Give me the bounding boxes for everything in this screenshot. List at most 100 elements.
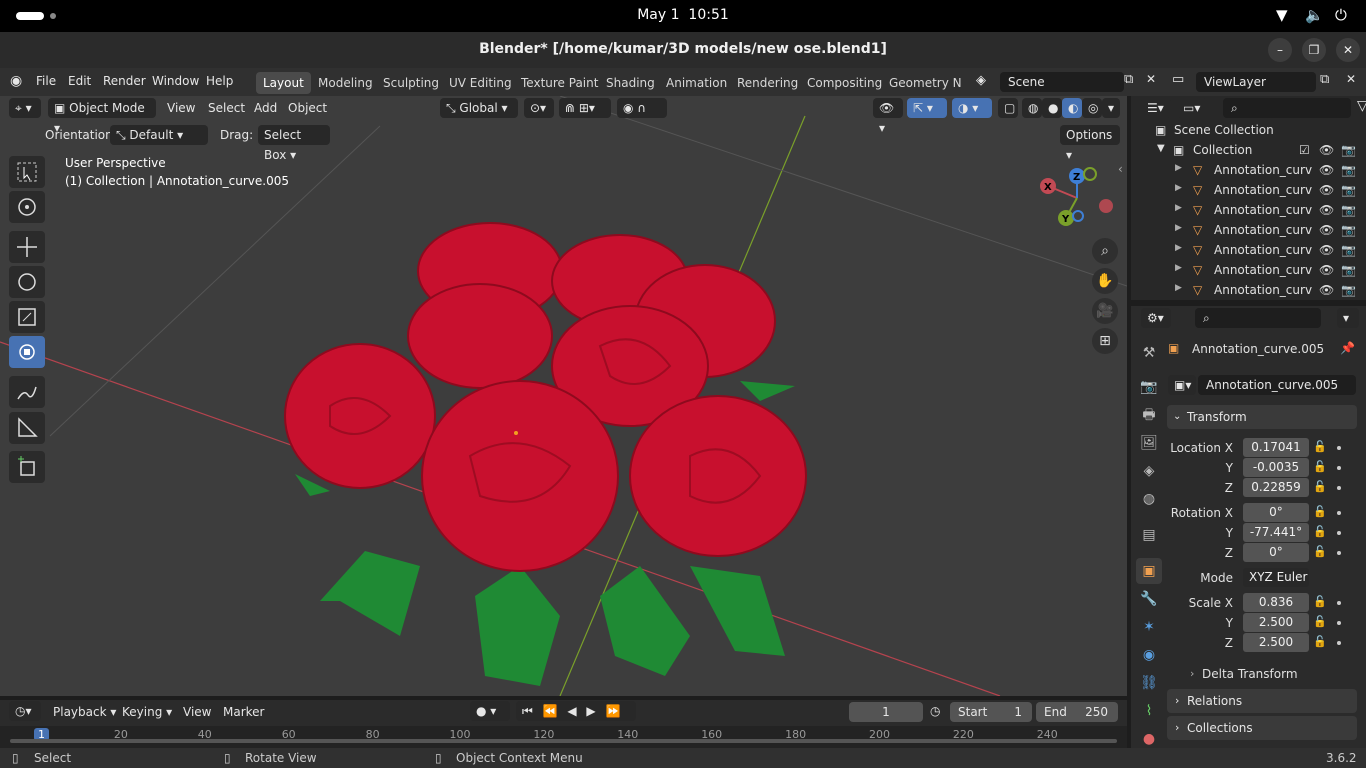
add-cube-tool[interactable] [9, 451, 45, 483]
camera-view-icon[interactable]: 🎥 [1092, 298, 1118, 324]
tab-layout[interactable]: Layout [256, 72, 311, 94]
eye-icon[interactable]: 👁 [1319, 283, 1334, 297]
lock-icon[interactable]: 🔓 [1313, 505, 1327, 518]
cursor-tool[interactable] [9, 191, 45, 223]
menu-render[interactable]: Render [103, 74, 146, 88]
xray-toggle-icon[interactable]: ▢ [998, 98, 1018, 118]
outliner-item[interactable]: ▶ ▽ Annotation_curv 👁 📷 [1131, 163, 1366, 183]
eye-icon[interactable]: 👁 [1319, 163, 1334, 177]
chevron-right-icon[interactable]: ▶ [1175, 183, 1182, 193]
navigation-gizmo[interactable]: X Z Y [1030, 164, 1120, 244]
location-y-field[interactable]: -0.0035 [1243, 458, 1309, 477]
3d-viewport[interactable]: ⌖ ▾ ▣ Object Mode ▾ View Select Add Obje… [0, 96, 1127, 696]
include-checkbox[interactable]: ☑ [1299, 143, 1310, 157]
power-icon[interactable]: ⏻ [1335, 6, 1347, 24]
viewport-menu-object[interactable]: Object [288, 101, 327, 115]
tab-uv-editing[interactable]: UV Editing [442, 72, 519, 94]
select-box-tool[interactable] [9, 156, 45, 188]
outliner-scene-collection[interactable]: ▣ Scene Collection [1131, 123, 1366, 143]
properties-search-input[interactable]: ⌕ [1195, 308, 1321, 328]
keyframe-dot[interactable] [1337, 551, 1341, 555]
shading-options-icon[interactable]: ▾ [1102, 98, 1120, 118]
chevron-right-icon[interactable]: ▶ [1175, 283, 1182, 293]
perspective-toggle-icon[interactable]: ⊞ [1092, 328, 1118, 354]
lock-icon[interactable]: 🔓 [1313, 595, 1327, 608]
camera-icon[interactable]: 📷 [1341, 263, 1356, 277]
eye-icon[interactable]: 👁 [1319, 203, 1334, 217]
tab-compositing[interactable]: Compositing [800, 72, 889, 94]
location-z-field[interactable]: 0.22859 [1243, 478, 1309, 497]
object-mode-dropdown[interactable]: ▣ Object Mode ▾ [48, 98, 156, 135]
tab-sculpting[interactable]: Sculpting [376, 72, 446, 94]
stopwatch-icon[interactable]: ◷ [930, 704, 940, 718]
keyframe-dot[interactable] [1337, 621, 1341, 625]
sidebar-toggle-icon[interactable]: ‹ [1118, 162, 1123, 176]
scene-selector[interactable]: Scene [1000, 72, 1124, 92]
outliner-item[interactable]: ▶ ▽ Annotation_curv 👁 📷 [1131, 263, 1366, 283]
outliner-item[interactable]: ▶ ▽ Annotation_curv 👁 📷 [1131, 283, 1366, 303]
transform-tool[interactable] [9, 336, 45, 368]
material-shading-icon[interactable]: ◐ [1062, 98, 1082, 118]
camera-icon[interactable]: 📷 [1341, 223, 1356, 237]
transform-orientation-dropdown[interactable]: ⤡ Global ▾ [440, 98, 518, 118]
viewport-menu-add[interactable]: Add [254, 101, 277, 115]
camera-icon[interactable]: 📷 [1341, 163, 1356, 177]
outliner-editor-type[interactable]: ☰▾ [1141, 98, 1171, 118]
rotation-z-field[interactable]: 0° [1243, 543, 1309, 562]
delta-transform-subpanel[interactable]: Delta Transform [1202, 667, 1298, 681]
pivot-point-icon[interactable]: ⊙▾ [524, 98, 554, 118]
delta-chevron-icon[interactable]: › [1190, 667, 1194, 680]
eye-icon[interactable]: 👁 [1319, 263, 1334, 277]
outliner-display-mode[interactable]: ▭▾ [1177, 98, 1207, 118]
outliner-item[interactable]: ▶ ▽ Annotation_curv 👁 📷 [1131, 183, 1366, 203]
close-button[interactable]: ✕ [1336, 38, 1360, 62]
outliner-item[interactable]: ▶ ▽ Annotation_curv 👁 📷 [1131, 203, 1366, 223]
timeline-ruler[interactable]: 1 20 40 60 80 100 120 140 160 180 200 220 240 [0, 726, 1127, 748]
delete-viewlayer-icon[interactable]: ✕ [1346, 72, 1356, 86]
rotation-y-field[interactable]: -77.441° [1243, 523, 1309, 542]
filter-icon[interactable]: ▽ [1357, 98, 1366, 114]
outliner-search-input[interactable]: ⌕ [1223, 98, 1351, 118]
location-x-field[interactable]: 0.17041 [1243, 438, 1309, 457]
current-frame-field[interactable]: 1 [849, 702, 923, 722]
datablock-type-dropdown[interactable]: ▣▾ [1168, 375, 1196, 395]
playback-controls[interactable]: ⏮ ⏪ ◀ ▶ ⏩ ⏭ [516, 701, 636, 738]
orientation-dropdown[interactable]: ⤡ Default ▾ [110, 125, 208, 145]
constraints-tab-icon[interactable]: ⛓ [1136, 670, 1162, 696]
delete-scene-icon[interactable]: ✕ [1146, 72, 1156, 86]
timeline-menu-keying[interactable]: Keying ▾ [122, 705, 172, 719]
keyframe-dot[interactable] [1337, 511, 1341, 515]
lock-icon[interactable]: 🔓 [1313, 545, 1327, 558]
solid-shading-icon[interactable]: ● [1042, 98, 1062, 118]
lock-icon[interactable]: 🔓 [1313, 525, 1327, 538]
timeline-menu-marker[interactable]: Marker [223, 705, 264, 719]
eye-icon[interactable]: 👁 [1319, 143, 1334, 157]
eye-icon[interactable]: 👁 [1319, 183, 1334, 197]
maximize-button[interactable]: ❐ [1302, 38, 1326, 62]
lock-icon[interactable]: 🔓 [1313, 440, 1327, 453]
options-dropdown[interactable]: Options ▾ [1060, 125, 1120, 162]
system-clock[interactable]: May 1 10:51 [0, 7, 1366, 23]
keyframe-dot[interactable] [1337, 531, 1341, 535]
tab-modeling[interactable]: Modeling [311, 72, 380, 94]
rotation-x-field[interactable]: 0° [1243, 503, 1309, 522]
lock-icon[interactable]: 🔓 [1313, 615, 1327, 628]
menu-help[interactable]: Help [206, 74, 233, 88]
rendered-shading-icon[interactable]: ◎ [1082, 98, 1102, 118]
chevron-right-icon[interactable]: ▶ [1175, 263, 1182, 273]
chevron-right-icon[interactable]: ▶ [1175, 163, 1182, 173]
new-viewlayer-icon[interactable]: ⧉ [1320, 72, 1329, 87]
timeline-editor-type[interactable]: ◷▾ [9, 701, 41, 721]
eye-icon[interactable]: 👁 [1319, 243, 1334, 257]
properties-editor-type[interactable]: ⚙▾ [1141, 308, 1171, 328]
end-frame-field[interactable]: End 250 [1036, 702, 1118, 722]
timeline-scrollbar[interactable] [10, 739, 1117, 743]
timeline-menu-view[interactable]: View [183, 705, 211, 719]
scale-z-field[interactable]: 2.500 [1243, 633, 1309, 652]
proportional-edit-icon[interactable]: ◉ ∩ [617, 98, 667, 118]
lock-icon[interactable]: 🔓 [1313, 635, 1327, 648]
editor-type-dropdown[interactable]: ⌖ ▾ [9, 98, 41, 118]
relations-panel-header[interactable]: › Relations [1167, 689, 1357, 713]
scale-y-field[interactable]: 2.500 [1243, 613, 1309, 632]
camera-icon[interactable]: 📷 [1341, 243, 1356, 257]
